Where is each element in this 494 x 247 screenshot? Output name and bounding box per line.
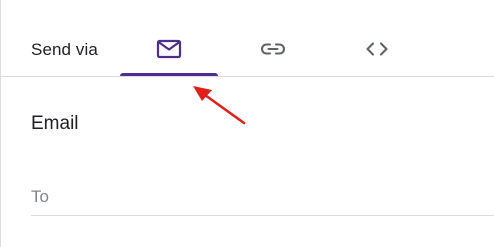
to-input[interactable] xyxy=(31,180,494,214)
email-section-title: Email xyxy=(31,113,79,134)
to-field-underline xyxy=(31,215,494,216)
tab-email[interactable] xyxy=(120,28,218,77)
send-via-header: Send via xyxy=(0,0,494,77)
envelope-icon xyxy=(155,38,183,60)
header-divider xyxy=(0,76,494,77)
send-via-label: Send via xyxy=(31,40,98,59)
tab-link[interactable] xyxy=(224,28,322,77)
to-field xyxy=(31,180,494,216)
code-brackets-icon xyxy=(363,38,391,60)
link-icon xyxy=(259,38,287,60)
send-form-dialog: Send via Email To xyxy=(0,0,494,247)
tab-embed-html[interactable] xyxy=(328,28,426,77)
